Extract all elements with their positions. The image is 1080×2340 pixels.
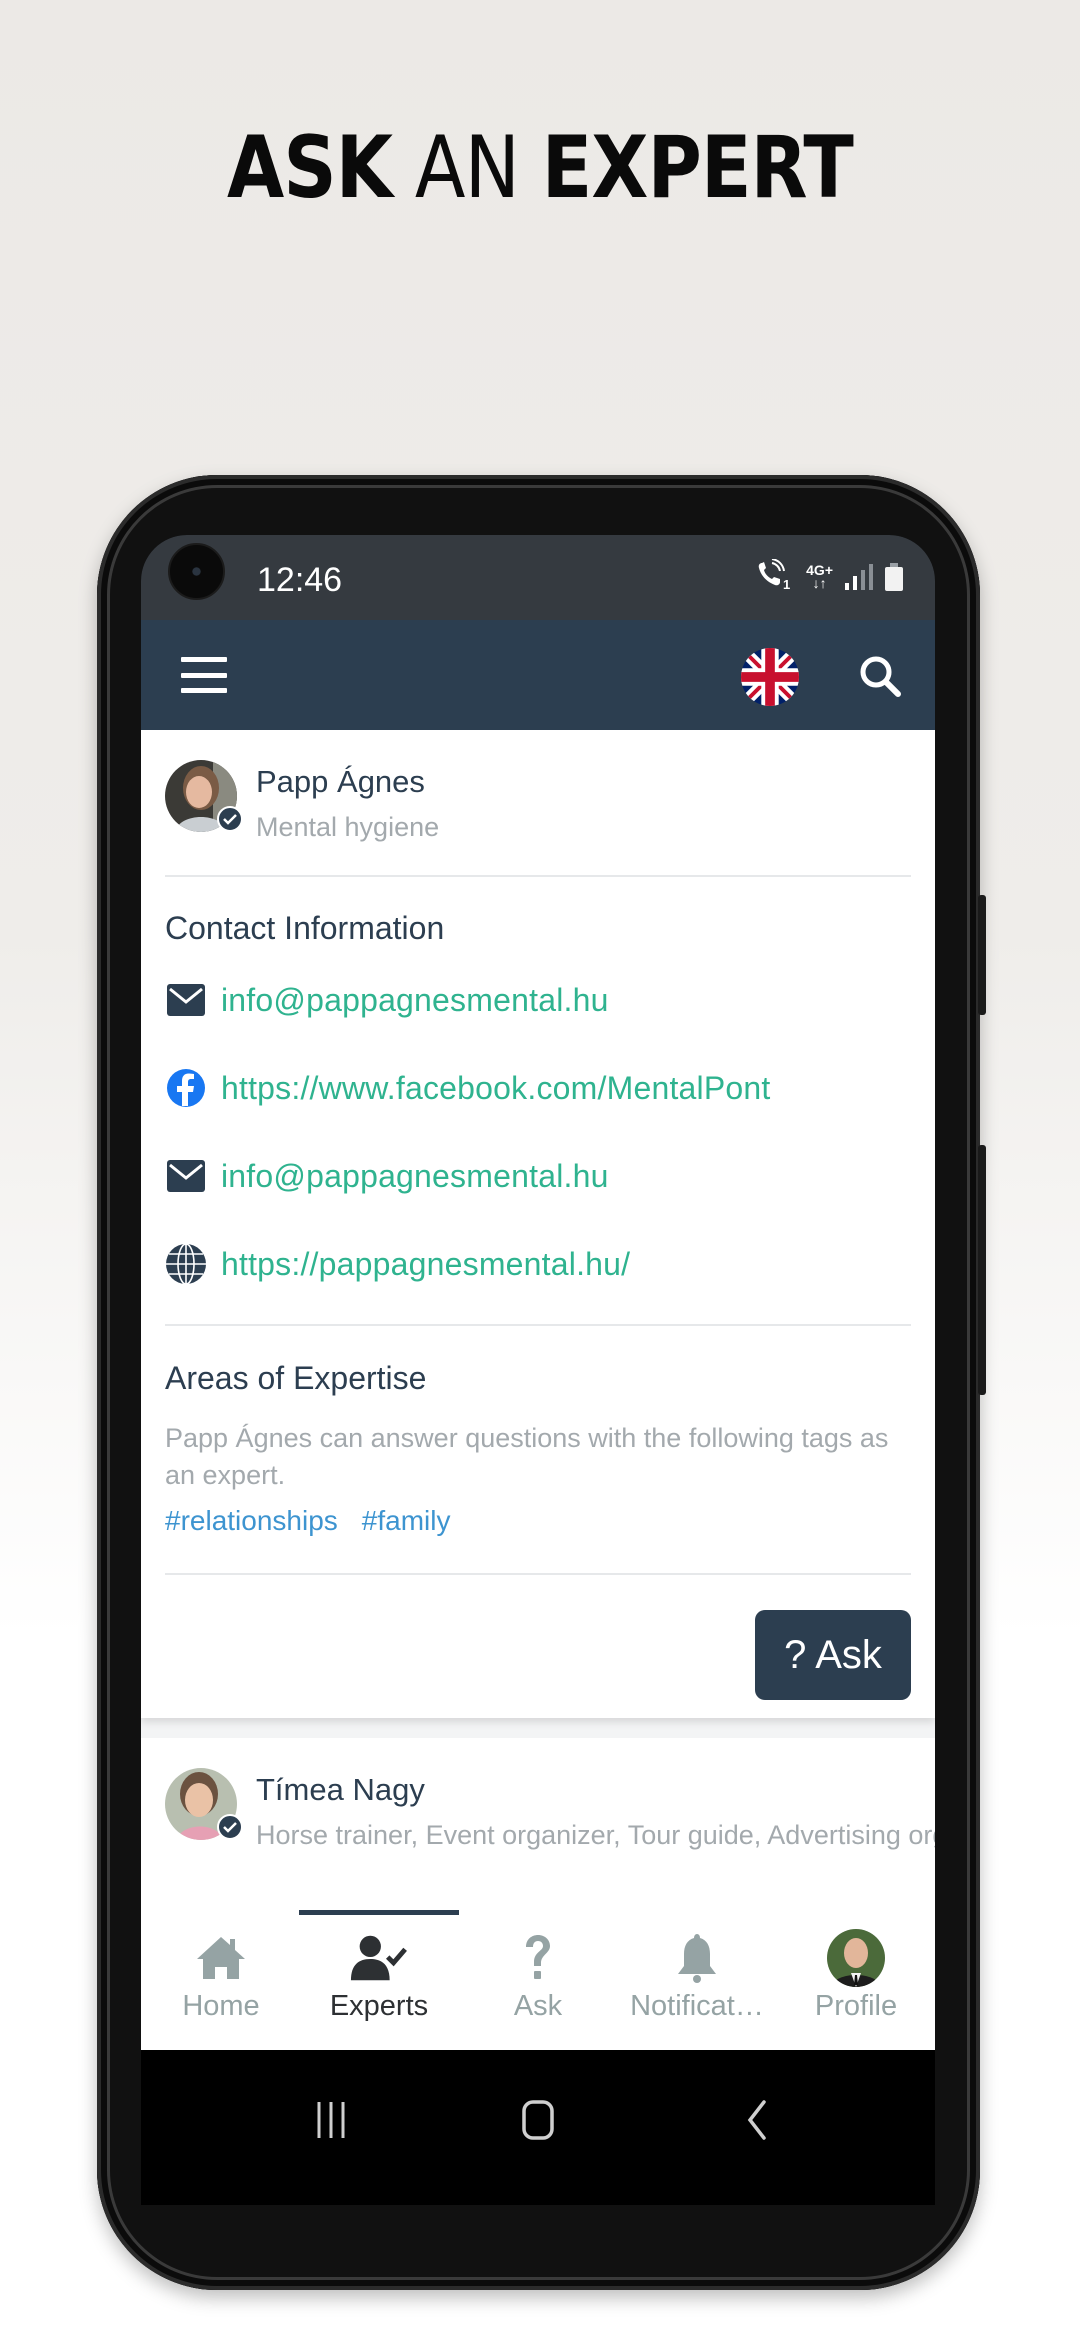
nav-tab-home[interactable]: Home <box>141 1910 301 2050</box>
contact-email-link[interactable]: info@pappagnesmental.hu <box>165 1154 609 1198</box>
expert-role: Horse trainer, Event organizer, Tour gui… <box>256 1820 935 1850</box>
tag-relationships[interactable]: #relationships <box>165 1505 338 1537</box>
ask-expert-button[interactable]: ? Ask <box>755 1610 911 1700</box>
nav-label: Notificat… <box>630 1990 764 2022</box>
contact-email-text[interactable]: info@pappagnesmental.hu <box>221 982 609 1019</box>
nav-tab-experts[interactable]: Experts <box>299 1910 459 2050</box>
wifi-calling-icon: 1 <box>756 557 794 596</box>
back-button-icon[interactable] <box>726 2090 786 2150</box>
expertise-tags: #relationships #family <box>165 1505 450 1537</box>
expertise-description: Papp Ágnes can answer questions with the… <box>165 1423 889 1490</box>
contact-email-text[interactable]: info@pappagnesmental.hu <box>221 1158 609 1195</box>
promo-title: ASK AN EXPERT <box>76 118 1005 218</box>
expert-card: Papp Ágnes Mental hygiene Contact Inform… <box>141 730 935 1718</box>
status-time: 12:46 <box>257 561 343 599</box>
facebook-icon <box>165 1067 207 1109</box>
expertise-title: Areas of Expertise <box>165 1360 427 1396</box>
question-mark-icon <box>508 1928 568 1988</box>
contact-facebook-link[interactable]: https://www.facebook.com/MentalPont <box>165 1066 770 1110</box>
expert-user-check-icon <box>349 1928 409 1988</box>
expert-role: Mental hygiene <box>256 812 440 842</box>
status-icons: 1 4G+ ↓↑ <box>756 557 903 597</box>
contact-info-title: Contact Information <box>165 910 445 946</box>
divider <box>165 1324 911 1326</box>
bell-icon <box>667 1928 727 1988</box>
experts-list[interactable]: Papp Ágnes Mental hygiene Contact Inform… <box>141 730 935 1910</box>
signal-icon <box>845 564 873 590</box>
nav-tab-notifications[interactable]: Notificat… <box>617 1910 777 2050</box>
nav-label: Home <box>182 1990 260 2022</box>
expert-name[interactable]: Papp Ágnes <box>256 764 425 800</box>
app-bar <box>141 620 935 730</box>
status-bar: 12:46 1 4G+ ↓↑ <box>141 535 935 620</box>
verified-badge-icon <box>217 806 243 832</box>
phone-power-button <box>978 895 986 1015</box>
promo-title-expert: EXPERT <box>541 118 854 218</box>
phone-volume-button <box>978 1145 986 1395</box>
promo-title-ask: ASK <box>227 118 393 218</box>
home-button-icon[interactable] <box>508 2090 568 2150</box>
profile-avatar <box>826 1928 886 1988</box>
email-icon <box>165 979 207 1021</box>
contact-website-text[interactable]: https://pappagnesmental.hu/ <box>221 1246 630 1283</box>
nav-label: Profile <box>814 1990 898 2022</box>
divider <box>165 1573 911 1575</box>
tag-family[interactable]: #family <box>362 1505 451 1537</box>
nav-label: Ask <box>513 1990 563 2022</box>
expert-name[interactable]: Tímea Nagy <box>256 1772 425 1808</box>
contact-facebook-text[interactable]: https://www.facebook.com/MentalPont <box>221 1070 770 1107</box>
divider <box>165 875 911 877</box>
email-icon <box>165 1155 207 1197</box>
hamburger-menu-icon[interactable] <box>181 657 227 693</box>
nav-tab-profile[interactable]: Profile <box>776 1910 935 2050</box>
home-icon <box>191 1928 251 1988</box>
recent-apps-icon[interactable] <box>301 2090 361 2150</box>
network-4g-icon: 4G+ ↓↑ <box>806 563 833 591</box>
battery-icon <box>885 563 903 591</box>
system-navigation-bar <box>141 2050 935 2205</box>
language-flag-uk-icon[interactable] <box>741 648 799 706</box>
front-camera <box>168 543 225 600</box>
nav-tab-ask[interactable]: Ask <box>458 1910 618 2050</box>
search-icon[interactable] <box>856 652 906 702</box>
verified-badge-icon <box>217 1814 243 1840</box>
contact-website-link[interactable]: https://pappagnesmental.hu/ <box>165 1242 630 1286</box>
contact-email-link[interactable]: info@pappagnesmental.hu <box>165 978 609 1022</box>
phone-screen: 12:46 1 4G+ ↓↑ Papp Ágnes Mental hygiene… <box>141 535 935 2205</box>
globe-icon <box>165 1243 207 1285</box>
expert-card: Tímea Nagy Horse trainer, Event organize… <box>141 1738 935 1910</box>
bottom-navigation: Home Experts Ask Notificat… Profile <box>141 1910 935 2050</box>
svg-text:1: 1 <box>783 577 790 591</box>
nav-label: Experts <box>329 1990 429 2022</box>
network-activity-label: ↓↑ <box>812 575 827 591</box>
promo-title-an: AN <box>414 118 520 218</box>
